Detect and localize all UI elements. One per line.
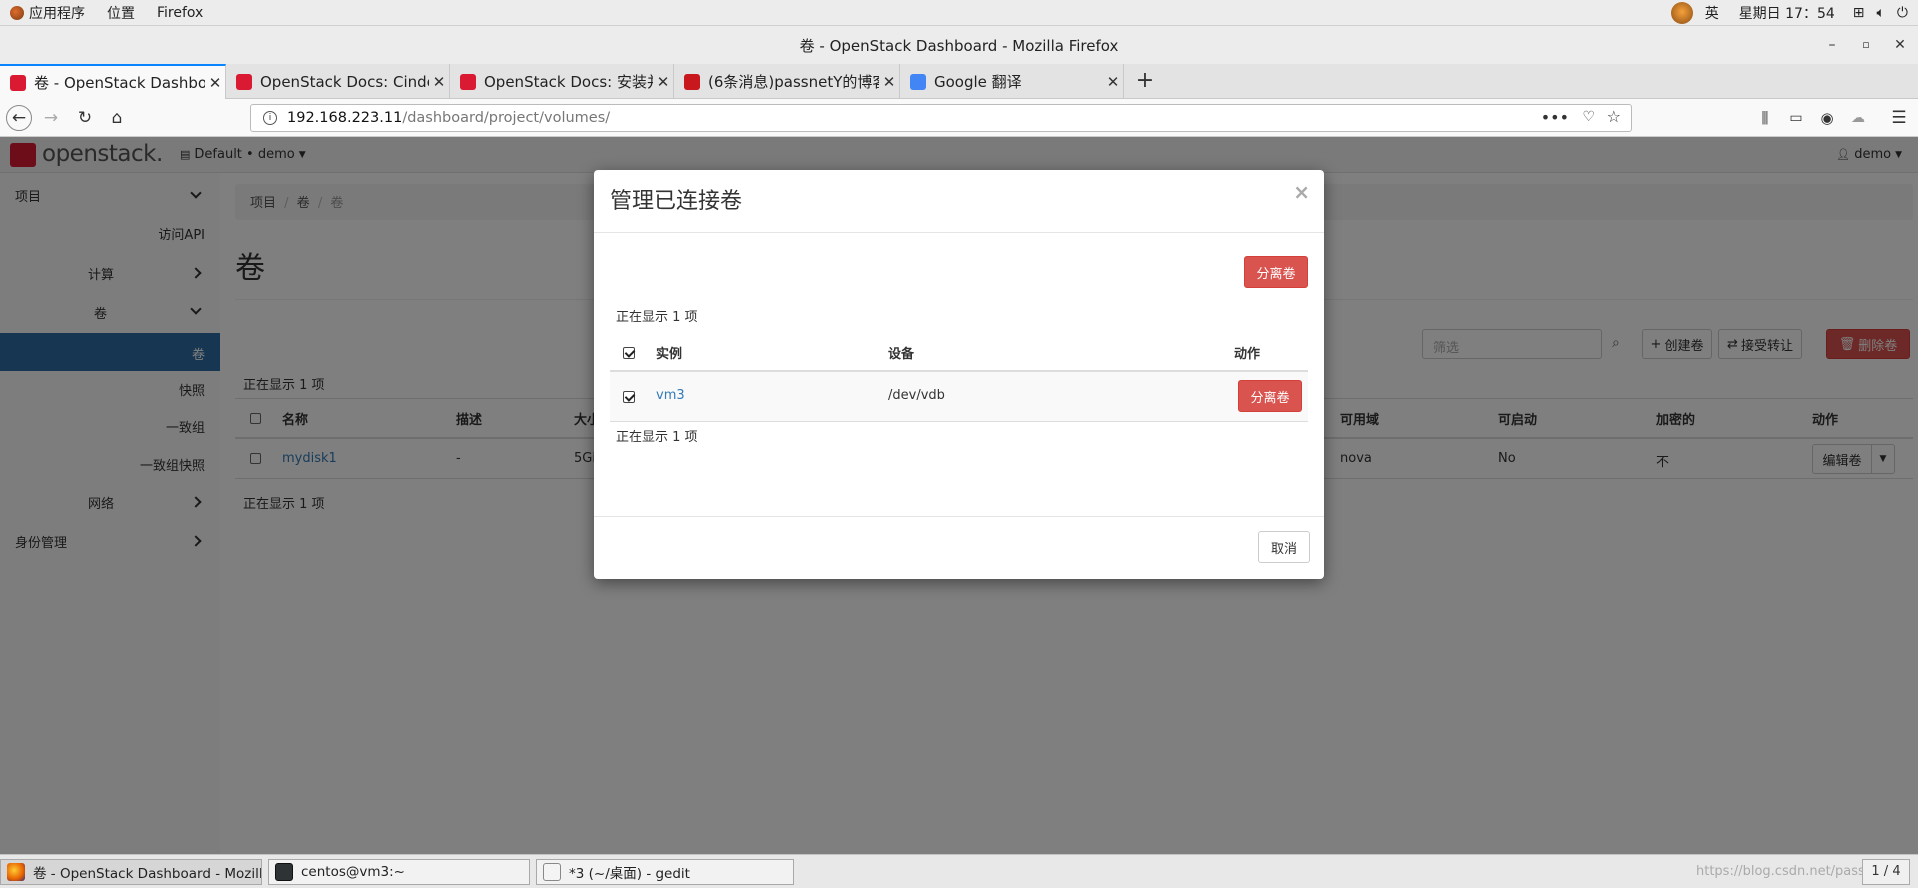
power-icon[interactable]: ⏻ [1897, 5, 1908, 21]
back-icon[interactable]: ← [6, 105, 32, 131]
hamburger-menu-icon[interactable]: ☰ [1886, 105, 1912, 131]
network-icon[interactable]: ⊞ [1853, 5, 1865, 21]
pocket-icon[interactable]: ♡ [1582, 109, 1595, 125]
openstack-favicon-icon [10, 74, 26, 91]
close-window-icon[interactable]: ✕ [1890, 35, 1910, 55]
tab-csdn-blog[interactable]: (6条消息)passnetY的博客 ✕ [674, 64, 900, 99]
gnome-top-bar: 应用程序 位置 Firefox 英 星期日 17：54 ⊞ 🔈︎ ⏻ [0, 0, 1918, 26]
home-icon[interactable]: ⌂ [104, 105, 130, 131]
extension-icon[interactable]: ☁ [1845, 105, 1871, 131]
window-title-bar: 卷 - OpenStack Dashboard - Mozilla Firefo… [0, 26, 1918, 64]
tab-close-icon[interactable]: ✕ [1103, 73, 1123, 91]
instance-link[interactable]: vm3 [656, 388, 685, 403]
places-menu[interactable]: 位置 [107, 3, 135, 23]
tab-close-icon[interactable]: ✕ [879, 73, 899, 91]
input-method-indicator[interactable]: 英 [1705, 3, 1719, 23]
taskbar-gedit[interactable]: *3 (~/桌面) - gedit [536, 859, 794, 885]
applications-menu[interactable]: 应用程序 [10, 3, 85, 23]
minimize-icon[interactable]: – [1822, 35, 1842, 55]
openstack-favicon-icon [236, 73, 252, 90]
tab-close-icon[interactable]: ✕ [205, 74, 225, 92]
maximize-icon[interactable]: ▫ [1856, 35, 1876, 55]
column-device[interactable]: 设备 [888, 343, 914, 362]
tab-volumes[interactable]: 卷 - OpenStack Dashboard ✕ [0, 64, 226, 99]
row-checkbox-checked[interactable] [623, 391, 635, 403]
weather-icon[interactable] [1670, 2, 1693, 24]
modal-close-icon[interactable]: × [1293, 180, 1310, 204]
tab-install-docs[interactable]: OpenStack Docs: 安装并配 ✕ [450, 64, 674, 99]
openstack-favicon-icon [460, 73, 476, 90]
text-editor-icon [543, 863, 561, 881]
modal-item-count-bottom: 正在显示 1 项 [616, 430, 698, 445]
bookmark-star-icon[interactable]: ☆ [1607, 107, 1621, 126]
page-actions-icon[interactable]: ••• [1541, 108, 1569, 127]
account-icon[interactable]: ◉ [1814, 105, 1840, 131]
window-title: 卷 - OpenStack Dashboard - Mozilla Firefo… [799, 36, 1119, 55]
url-path: /dashboard/project/volumes/ [402, 110, 611, 126]
firefox-app-menu[interactable]: Firefox [157, 5, 203, 21]
modal-table-header: 实例 设备 动作 [610, 332, 1308, 372]
terminal-icon [275, 863, 293, 881]
reload-icon[interactable]: ↻ [72, 105, 98, 131]
manage-attachments-dialog: 管理已连接卷 × 分离卷 正在显示 1 项 实例 设备 动作 vm3 /dev/… [594, 170, 1324, 579]
modal-header-divider [594, 232, 1324, 233]
forward-icon[interactable]: → [38, 105, 64, 131]
google-translate-favicon-icon [910, 73, 926, 90]
select-all-checkbox-checked[interactable] [623, 347, 635, 359]
csdn-favicon-icon [684, 73, 700, 90]
sidebar-toggle-icon[interactable]: ▭ [1783, 105, 1809, 131]
modal-title: 管理已连接卷 [610, 189, 743, 214]
detach-volume-button-row[interactable]: 分离卷 [1238, 380, 1302, 412]
workspace-indicator[interactable]: 1 / 4 [1862, 859, 1910, 885]
tab-cinder-docs[interactable]: OpenStack Docs: Cinder ✕ [226, 64, 450, 99]
modal-item-count-top: 正在显示 1 项 [616, 310, 698, 325]
taskbar-firefox[interactable]: 卷 - OpenStack Dashboard - Mozill··· [0, 859, 262, 885]
cancel-button[interactable]: 取消 [1258, 531, 1310, 563]
modal-footer-divider [594, 516, 1324, 517]
volume-icon[interactable]: 🔈︎ [1877, 5, 1885, 21]
column-actions: 动作 [1234, 347, 1261, 362]
modal-table-row: vm3 /dev/vdb 分离卷 [610, 372, 1308, 422]
tab-close-icon[interactable]: ✕ [653, 73, 673, 91]
device-path: /dev/vdb [888, 388, 945, 403]
library-icon[interactable]: ⫼ [1752, 105, 1778, 131]
column-instance[interactable]: 实例 [656, 343, 682, 362]
url-bar[interactable]: i 192.168.223.11 /dashboard/project/volu… [250, 104, 1632, 132]
firefox-icon [7, 863, 25, 881]
tab-bar: 卷 - OpenStack Dashboard ✕ OpenStack Docs… [0, 64, 1918, 99]
tab-google-translate[interactable]: Google 翻译 ✕ [900, 64, 1124, 99]
taskbar: 卷 - OpenStack Dashboard - Mozill··· cent… [0, 854, 1918, 888]
tab-close-icon[interactable]: ✕ [429, 73, 449, 91]
new-tab-icon[interactable]: + [1132, 68, 1158, 94]
site-info-icon[interactable]: i [263, 111, 277, 125]
navigation-bar: ← → ↻ ⌂ i 192.168.223.11 /dashboard/proj… [0, 99, 1918, 137]
apps-icon [10, 5, 24, 20]
url-host: 192.168.223.11 [287, 110, 403, 126]
taskbar-terminal[interactable]: centos@vm3:~ [268, 859, 530, 885]
detach-volume-button-top[interactable]: 分离卷 [1244, 256, 1308, 288]
clock[interactable]: 星期日 17：54 [1739, 3, 1835, 23]
